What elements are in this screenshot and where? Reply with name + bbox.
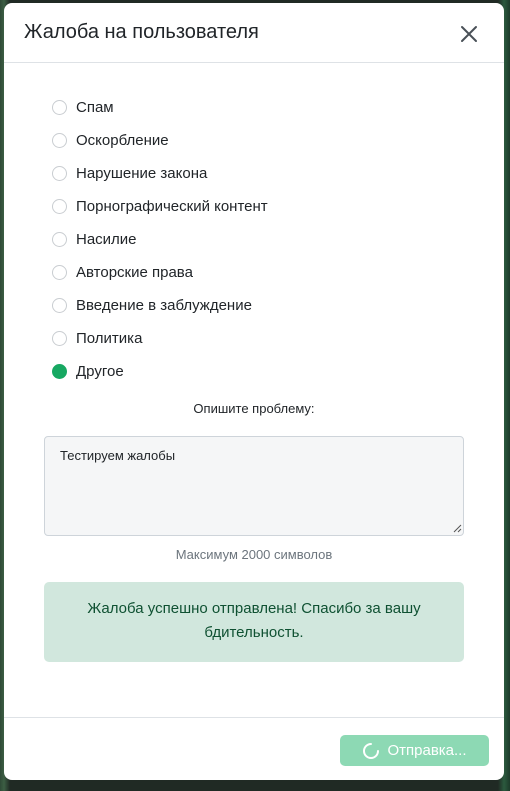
radio-icon[interactable] <box>52 133 67 148</box>
reason-label: Нарушение закона <box>76 165 208 182</box>
reason-label: Политика <box>76 330 143 347</box>
reason-label: Оскорбление <box>76 132 169 149</box>
radio-checked-icon[interactable] <box>52 364 67 379</box>
radio-icon[interactable] <box>52 199 67 214</box>
modal-footer: Отправка... <box>4 717 504 780</box>
reason-label: Насилие <box>76 231 137 248</box>
reason-option-law[interactable]: Нарушение закона <box>52 157 472 190</box>
submit-button[interactable]: Отправка... <box>340 735 489 766</box>
spinner-icon <box>363 742 380 759</box>
modal-title: Жалоба на пользователя <box>24 21 259 43</box>
radio-icon[interactable] <box>52 232 67 247</box>
reason-label: Порнографический контент <box>76 198 268 215</box>
reason-option-violence[interactable]: Насилие <box>52 223 472 256</box>
modal-header: Жалоба на пользователя <box>4 3 504 63</box>
reason-option-insult[interactable]: Оскорбление <box>52 124 472 157</box>
reason-option-other[interactable]: Другое <box>52 355 472 388</box>
submit-label: Отправка... <box>387 742 467 759</box>
char-limit-hint: Максимум 2000 символов <box>175 547 333 562</box>
reason-option-politics[interactable]: Политика <box>52 322 472 355</box>
reason-option-porn[interactable]: Порнографический контент <box>52 190 472 223</box>
radio-icon[interactable] <box>52 166 67 181</box>
description-label: Опишите проблему: <box>193 401 315 416</box>
reason-label: Введение в заблуждение <box>76 297 252 314</box>
reason-label: Другое <box>76 363 124 380</box>
success-alert: Жалоба успешно отправлена! Спасибо за ва… <box>44 582 464 662</box>
reason-option-misleading[interactable]: Введение в заблуждение <box>52 289 472 322</box>
report-user-modal: Жалоба на пользователя Спам Оскорбление … <box>4 3 504 780</box>
radio-icon[interactable] <box>52 298 67 313</box>
reason-radio-group: Спам Оскорбление Нарушение закона Порног… <box>52 91 472 388</box>
reason-option-copyright[interactable]: Авторские права <box>52 256 472 289</box>
radio-icon[interactable] <box>52 331 67 346</box>
reason-label: Спам <box>76 99 114 116</box>
close-button[interactable] <box>455 20 483 48</box>
reason-option-spam[interactable]: Спам <box>52 91 472 124</box>
radio-icon[interactable] <box>52 100 67 115</box>
description-textarea[interactable]: Тестируем жалобы <box>44 436 464 536</box>
radio-icon[interactable] <box>52 265 67 280</box>
reason-label: Авторские права <box>76 264 193 281</box>
resize-grip-icon[interactable] <box>453 524 462 533</box>
success-alert-text: Жалоба успешно отправлена! Спасибо за ва… <box>87 600 421 641</box>
close-icon <box>461 26 477 42</box>
